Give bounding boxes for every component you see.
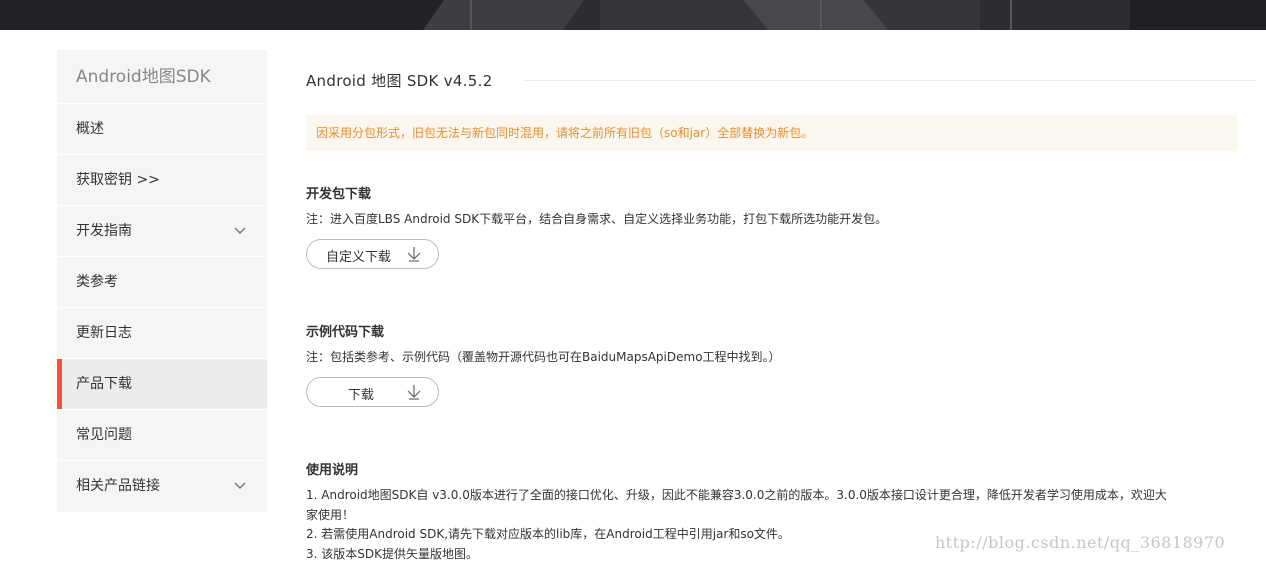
watermark: http://blog.csdn.net/qq_36818970 <box>935 533 1226 552</box>
sidebar-item-dev-guide[interactable]: 开发指南 <box>57 206 267 257</box>
download-button[interactable]: 下载 <box>306 377 439 407</box>
section-note-sdk-download: 注：进入百度LBS Android SDK下载平台，结合自身需求、自定义选择业务… <box>306 212 888 226</box>
sidebar-item-changelog[interactable]: 更新日志 <box>57 308 267 359</box>
chevron-down-icon <box>234 227 246 234</box>
page-title: Android 地图 SDK v4.5.2 <box>306 72 493 90</box>
title-divider <box>524 80 1256 81</box>
section-title-usage: 使用说明 <box>306 463 359 478</box>
notice-banner: 因采用分包形式，旧包无法与新包同时混用，请将之前所有旧包（so和jar）全部替换… <box>306 115 1237 151</box>
download-icon <box>407 385 421 400</box>
usage-line: 家使用！ <box>306 507 355 522</box>
button-label: 自定义下载 <box>326 250 392 265</box>
sidebar-item-faq[interactable]: 常见问题 <box>57 410 267 461</box>
download-icon <box>407 247 421 262</box>
sidebar-item-label: 概述 <box>76 121 104 137</box>
sidebar-item-label: 常见问题 <box>76 427 132 443</box>
sidebar-item-overview[interactable]: 概述 <box>57 104 267 155</box>
button-label: 下载 <box>348 388 375 403</box>
sidebar-item-label: 类参考 <box>76 274 118 290</box>
sidebar-item-related-links[interactable]: 相关产品链接 <box>57 461 267 512</box>
sidebar-nav: Android地图SDK 概述 获取密钥 >> 开发指南 类参考 更新日志 产品… <box>57 50 267 512</box>
section-title-sample-download: 示例代码下载 <box>306 325 385 340</box>
section-note-sample-download: 注：包括类参考、示例代码（覆盖物开源代码也可在BaiduMapsApiDemo工… <box>306 350 781 364</box>
top-banner-image <box>0 0 1266 30</box>
sidebar-item-class-reference[interactable]: 类参考 <box>57 257 267 308</box>
sidebar-item-label: 开发指南 <box>76 223 132 239</box>
sidebar-item-label: 相关产品链接 <box>76 478 160 494</box>
sidebar-title[interactable]: Android地图SDK <box>57 50 267 104</box>
main-content: Android 地图 SDK v4.5.2 <box>306 60 1256 100</box>
custom-download-button[interactable]: 自定义下载 <box>306 239 439 269</box>
usage-line: 1. Android地图SDK自 v3.0.0版本进行了全面的接口优化、升级，因… <box>306 488 1167 502</box>
sidebar-item-label: 产品下载 <box>76 376 132 392</box>
sidebar-item-get-key[interactable]: 获取密钥 >> <box>57 155 267 206</box>
sidebar-item-label: 更新日志 <box>76 325 132 341</box>
sidebar-item-label: 获取密钥 >> <box>76 172 160 188</box>
sidebar-item-product-download[interactable]: 产品下载 <box>57 359 267 410</box>
section-title-sdk-download: 开发包下载 <box>306 187 372 202</box>
chevron-down-icon <box>234 482 246 489</box>
